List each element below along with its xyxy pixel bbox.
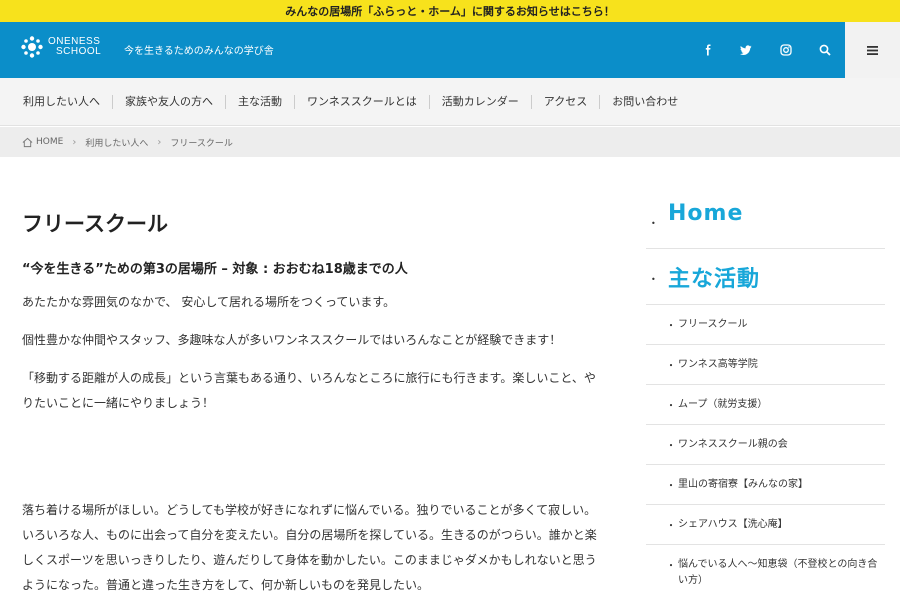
paragraph-travel: 「移動する距離が人の成長」という言葉もある通り、いろんなところに旅行にも行きます… (22, 371, 596, 410)
logo-wordmark: ONENESS SCHOOL (48, 37, 101, 57)
logo-line-2: SCHOOL (56, 46, 102, 57)
facebook-icon (705, 44, 711, 56)
sidebar-item-share-house[interactable]: ・シェアハウス【洗心庵】 (646, 505, 885, 545)
nav-item-access[interactable]: アクセス (530, 94, 599, 109)
main-nav: 利用したい人へ 家族や友人の方へ 主な活動 ワンネススクールとは 活動カレンダー… (0, 78, 900, 126)
search-icon (819, 44, 831, 56)
site-logo[interactable]: ONENESS SCHOOL (20, 35, 101, 59)
nav-item-contact[interactable]: お問い合わせ (599, 94, 690, 109)
breadcrumb-for-users[interactable]: 利用したい人へ (85, 136, 148, 149)
paragraph-intro: あたたかな雰囲気のなかで、 安心して居れる場所をつくっています。 (22, 295, 396, 309)
breadcrumb: HOME › 利用したい人へ › フリースクール (0, 127, 900, 157)
home-icon (22, 137, 33, 147)
page-subtitle: “今を生きる”ための第3の居場所 – 対象 : おおむね18歳までの人 (22, 262, 408, 277)
sidebar-home-label: Home (668, 201, 744, 226)
logo-mark-icon (21, 36, 43, 58)
nav-item-calendar[interactable]: 活動カレンダー (428, 94, 531, 109)
sidebar-home-link[interactable]: • Home (646, 193, 885, 249)
instagram-link[interactable] (767, 22, 805, 78)
search-button[interactable] (806, 22, 844, 78)
sidebar-item-advice[interactable]: ・悩んでいる人へ〜知恵袋（不登校との向き合い方） (646, 545, 885, 597)
chevron-right-icon: › (157, 136, 162, 148)
menu-button[interactable] (845, 22, 900, 78)
hamburger-icon (867, 45, 878, 55)
bullet: • (651, 219, 656, 228)
nav-item-about[interactable]: ワンネススクールとは (294, 94, 429, 109)
site-tagline: 今を生きるためのみんなの学び舎 (124, 46, 274, 57)
announcement-bar[interactable]: みんなの居場所「ふらっと・ホーム」に関するお知らせはこちら！ (0, 0, 900, 22)
sidebar-item-high-school[interactable]: ・ワンネス高等学院 (646, 345, 885, 385)
breadcrumb-home[interactable]: HOME (36, 137, 63, 147)
sidebar-item-moop[interactable]: ・ムープ（就労支援） (646, 385, 885, 425)
nav-item-activities[interactable]: 主な活動 (225, 94, 294, 109)
facebook-link[interactable] (689, 22, 727, 78)
sidebar-activities-label: 主な活動 (668, 267, 761, 292)
announcement-text[interactable]: みんなの居場所「ふらっと・ホーム」に関するお知らせはこちら！ (285, 3, 614, 19)
sidebar-item-parents[interactable]: ・ワンネススクール親の会 (646, 425, 885, 465)
twitter-icon (740, 45, 752, 55)
instagram-icon (780, 44, 792, 56)
site-header: ONENESS SCHOOL 今を生きるためのみんなの学び舎 (0, 22, 900, 78)
sidebar-activities-heading[interactable]: • 主な活動 (646, 249, 885, 305)
chevron-right-icon: › (72, 136, 77, 148)
nav-item-for-users[interactable]: 利用したい人へ (11, 95, 112, 109)
twitter-link[interactable] (727, 22, 765, 78)
page-title: フリースクール (22, 212, 168, 236)
breadcrumb-current: フリースクール (170, 138, 233, 149)
paragraph-worries: 落ち着ける場所がほしい。どうしても学校が好きになれずに悩んでいる。独りでいること… (22, 503, 597, 592)
paragraph-experience: 個性豊かな仲間やスタッフ、多趣味な人が多いワンネススクールではいろんなことが経験… (22, 333, 562, 347)
nav-item-for-family[interactable]: 家族や友人の方へ (112, 94, 225, 109)
sidebar-item-free-school[interactable]: ・フリースクール (646, 305, 885, 345)
sidebar-item-dormitory[interactable]: ・里山の寄宿寮【みんなの家】 (646, 465, 885, 505)
bullet: • (651, 275, 656, 284)
